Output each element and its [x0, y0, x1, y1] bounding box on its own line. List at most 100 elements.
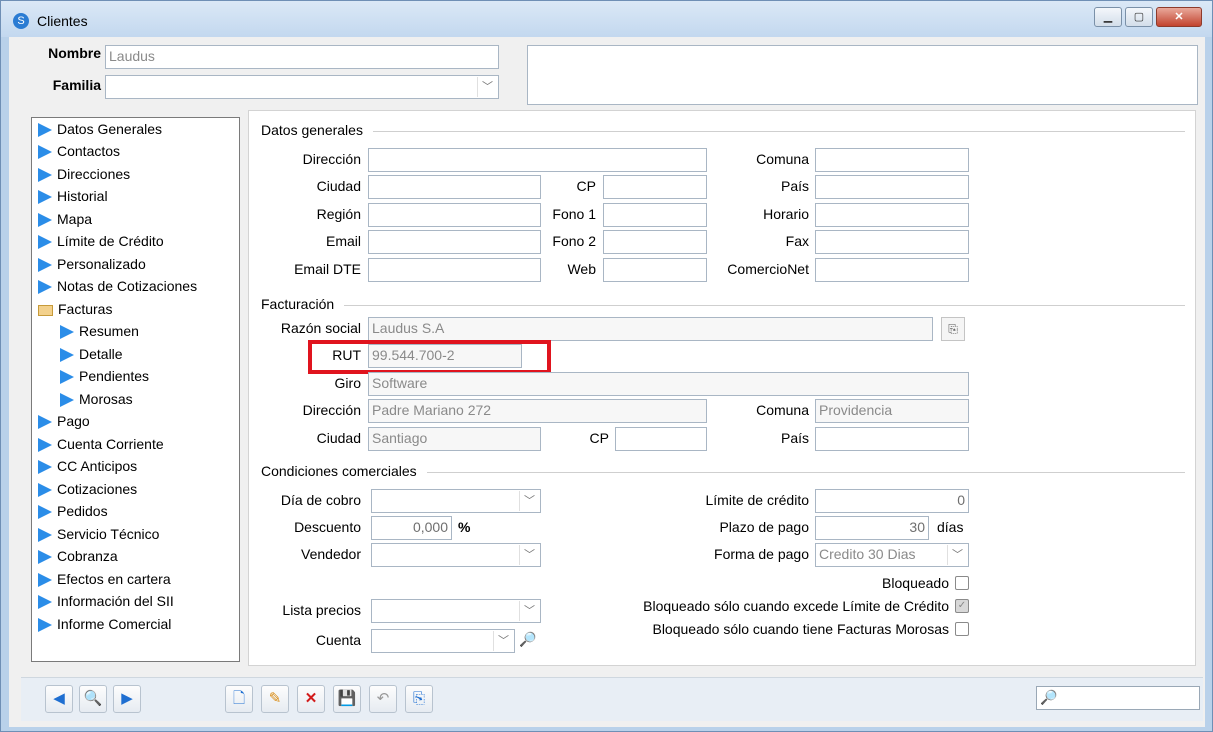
edit-button[interactable]: ✎: [261, 685, 289, 713]
sidebar-item-servicio-tecnico[interactable]: Servicio Técnico: [38, 523, 159, 545]
new-button[interactable]: 🗋: [225, 685, 253, 713]
email-dte-input[interactable]: [368, 258, 541, 282]
copy-button[interactable]: ⎘: [405, 685, 433, 713]
undo-button[interactable]: ↶: [369, 685, 397, 713]
cuenta-select[interactable]: ﹀: [371, 629, 515, 653]
folder-open-icon: [38, 304, 53, 316]
comuna-input[interactable]: [815, 148, 969, 172]
fono2-input[interactable]: [603, 230, 707, 254]
bloqueado-limite-label: Bloqueado sólo cuando excede Límite de C…: [643, 598, 949, 614]
forma-pago-label: Forma de pago: [714, 546, 809, 562]
fact-ciudad-input[interactable]: Santiago: [368, 427, 541, 451]
sidebar-item-pendientes[interactable]: Pendientes: [60, 365, 149, 387]
fact-cp-input[interactable]: [615, 427, 707, 451]
sidebar-item-resumen[interactable]: Resumen: [60, 320, 139, 342]
arrow-right-icon: [38, 573, 52, 588]
save-button[interactable]: 💾: [333, 685, 361, 713]
fono1-label: Fono 1: [552, 206, 596, 222]
limite-credito-input[interactable]: 0: [815, 489, 969, 513]
vendedor-label: Vendedor: [301, 546, 361, 562]
web-input[interactable]: [603, 258, 707, 282]
sidebar-item-facturas[interactable]: Facturas: [38, 298, 112, 320]
forma-pago-select[interactable]: Credito 30 Dias ﹀: [815, 543, 969, 567]
percent-label: %: [458, 519, 471, 535]
comuna-label: Comuna: [756, 151, 809, 167]
fono1-input[interactable]: [603, 203, 707, 227]
minimize-button[interactable]: ▁: [1094, 7, 1122, 27]
section-facturacion: Facturación: [261, 296, 345, 312]
sidebar-item-historial[interactable]: Historial: [38, 185, 108, 207]
giro-input[interactable]: Software: [368, 372, 969, 396]
sidebar-item-detalle[interactable]: Detalle: [60, 343, 123, 365]
maximize-button[interactable]: ▢: [1125, 7, 1153, 27]
arrow-right-icon: [38, 213, 52, 228]
previous-button[interactable]: ◀: [45, 685, 73, 713]
delete-button[interactable]: ✕: [297, 685, 325, 713]
plazo-pago-input[interactable]: 30: [815, 516, 929, 540]
arrow-right-icon: [60, 370, 74, 385]
close-button[interactable]: ✕: [1156, 7, 1202, 27]
sidebar-item-pago[interactable]: Pago: [38, 410, 90, 432]
section-datos-generales: Datos generales: [261, 122, 373, 138]
sidebar-item-direcciones[interactable]: Direcciones: [38, 163, 130, 185]
toolbar-search-input[interactable]: 🔎: [1036, 686, 1200, 710]
notes-textarea[interactable]: [527, 45, 1198, 105]
arrow-right-icon: [38, 528, 52, 543]
vendedor-select[interactable]: ﹀: [371, 543, 541, 567]
razon-social-input[interactable]: Laudus S.A: [368, 317, 933, 341]
fact-direccion-input[interactable]: Padre Mariano 272: [368, 399, 707, 423]
region-input[interactable]: [368, 203, 541, 227]
app-icon: S: [13, 13, 29, 29]
sidebar-item-contactos[interactable]: Contactos: [38, 140, 120, 162]
chevron-down-icon: ﹀: [477, 77, 497, 97]
ciudad-input[interactable]: [368, 175, 541, 199]
bloqueado-checkbox[interactable]: [955, 576, 969, 590]
find-button[interactable]: 🔍: [79, 685, 107, 713]
giro-label: Giro: [334, 375, 361, 391]
pais-label: País: [780, 178, 809, 194]
familia-select[interactable]: ﹀: [105, 75, 499, 99]
fact-comuna-input[interactable]: Providencia: [815, 399, 969, 423]
sidebar-item-informe-comercial[interactable]: Informe Comercial: [38, 613, 171, 635]
sidebar-item-cuenta-corriente[interactable]: Cuenta Corriente: [38, 433, 164, 455]
fact-direccion-label: Dirección: [302, 402, 361, 418]
chevron-down-icon: ﹀: [519, 545, 539, 565]
sidebar-item-informacion-sii[interactable]: Información del SII: [38, 590, 174, 612]
sidebar-item-efectos-cartera[interactable]: Efectos en cartera: [38, 568, 171, 590]
cuenta-label: Cuenta: [315, 632, 361, 648]
client-area: Nombre Laudus Familia ﹀ Datos Generales …: [9, 37, 1205, 727]
arrow-right-icon: [60, 393, 74, 408]
comercionet-input[interactable]: [815, 258, 969, 282]
sidebar-item-morosas[interactable]: Morosas: [60, 388, 133, 410]
sidebar-item-limite-credito[interactable]: Límite de Crédito: [38, 230, 164, 252]
sidebar-item-cc-anticipos[interactable]: CC Anticipos: [38, 455, 137, 477]
search-icon[interactable]: 🔎: [519, 631, 536, 648]
cp-input[interactable]: [603, 175, 707, 199]
horario-input[interactable]: [815, 203, 969, 227]
email-input[interactable]: [368, 230, 541, 254]
fax-label: Fax: [785, 233, 809, 249]
next-button[interactable]: ▶: [113, 685, 141, 713]
pais-input[interactable]: [815, 175, 969, 199]
sidebar-item-cotizaciones[interactable]: Cotizaciones: [38, 478, 137, 500]
arrow-right-icon: [38, 550, 52, 565]
sidebar-item-personalizado[interactable]: Personalizado: [38, 253, 146, 275]
chevron-down-icon: ﹀: [519, 491, 539, 511]
sidebar-item-cobranza[interactable]: Cobranza: [38, 545, 118, 567]
descuento-input[interactable]: 0,000: [371, 516, 452, 540]
bloqueado-morosas-checkbox[interactable]: [955, 622, 969, 636]
copy-icon[interactable]: ⎘: [941, 317, 965, 341]
sidebar-item-mapa[interactable]: Mapa: [38, 208, 92, 230]
sidebar-item-notas-cotizaciones[interactable]: Notas de Cotizaciones: [38, 275, 197, 297]
fact-pais-input[interactable]: [815, 427, 969, 451]
dia-cobro-select[interactable]: ﹀: [371, 489, 541, 513]
bloqueado-limite-checkbox[interactable]: ✓: [955, 599, 969, 613]
chevron-down-icon: ﹀: [493, 631, 513, 651]
nombre-input[interactable]: Laudus: [105, 45, 499, 69]
lista-precios-select[interactable]: ﹀: [371, 599, 541, 623]
fax-input[interactable]: [815, 230, 969, 254]
region-label: Región: [316, 206, 361, 222]
direccion-input[interactable]: [368, 148, 707, 172]
sidebar-item-pedidos[interactable]: Pedidos: [38, 500, 108, 522]
sidebar-item-datos-generales[interactable]: Datos Generales: [38, 118, 162, 140]
